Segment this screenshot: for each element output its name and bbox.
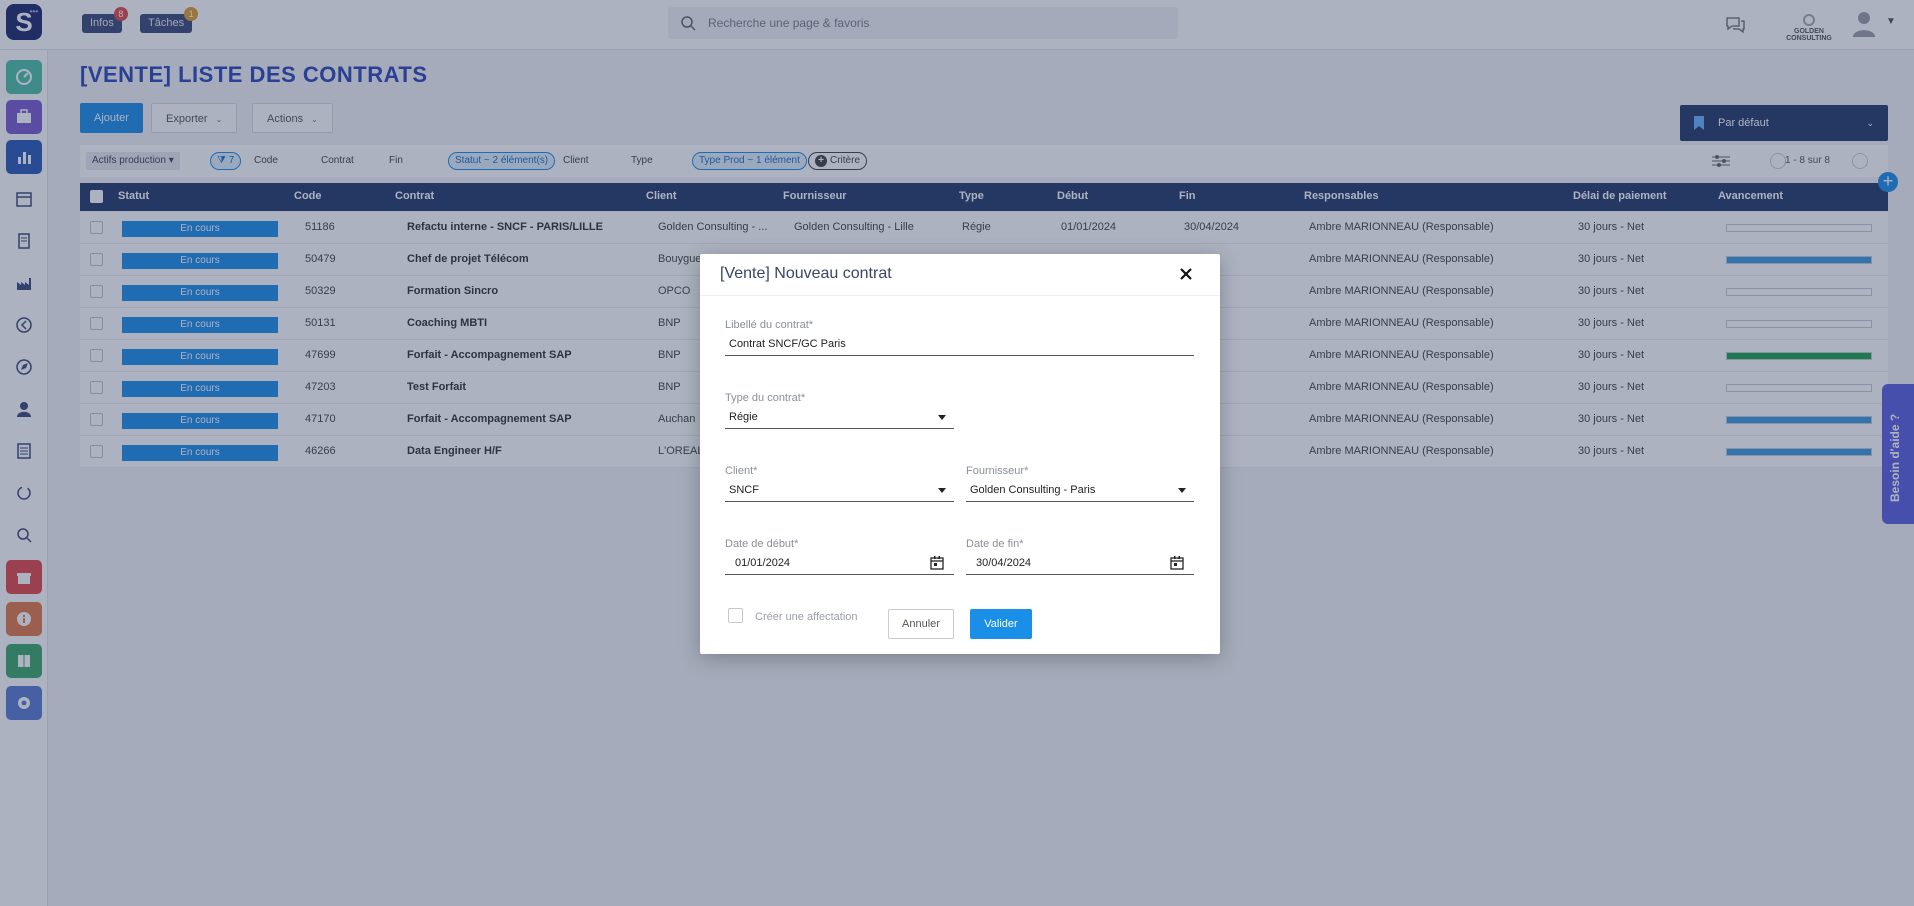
fournisseur-value: Golden Consulting - Paris: [970, 484, 1096, 496]
caret-down-icon: [1178, 488, 1186, 493]
libelle-value: Contrat SNCF/GC Paris: [729, 338, 846, 350]
date-debut-label: Date de début*: [725, 538, 799, 550]
client-label: Client*: [725, 465, 758, 477]
caret-down-icon: [938, 415, 946, 420]
cancel-button[interactable]: Annuler: [888, 609, 954, 639]
calendar-icon[interactable]: [1170, 556, 1184, 570]
fournisseur-select[interactable]: Golden Consulting - Paris: [966, 480, 1194, 502]
type-value: Régie: [729, 411, 758, 423]
date-debut-value: 01/01/2024: [735, 557, 791, 569]
date-fin-value: 30/04/2024: [976, 557, 1032, 569]
validate-button[interactable]: Valider: [970, 609, 1032, 639]
calendar-icon[interactable]: [930, 556, 944, 570]
fournisseur-label: Fournisseur*: [966, 465, 1029, 477]
modal-header: [Vente] Nouveau contrat: [700, 254, 1220, 296]
libelle-input[interactable]: Contrat SNCF/GC Paris: [725, 334, 1194, 356]
client-value: SNCF: [729, 484, 759, 496]
client-select[interactable]: SNCF: [725, 480, 954, 502]
affectation-label: Créer une affectation: [755, 611, 858, 623]
date-fin-input[interactable]: 30/04/2024: [966, 553, 1194, 575]
affectation-checkbox[interactable]: [728, 608, 743, 623]
type-label: Type du contrat*: [725, 392, 806, 404]
date-fin-label: Date de fin*: [966, 538, 1024, 550]
type-select[interactable]: Régie: [725, 407, 954, 429]
libelle-label: Libellé du contrat*: [725, 319, 814, 331]
close-icon[interactable]: [1178, 266, 1194, 282]
date-debut-input[interactable]: 01/01/2024: [725, 553, 954, 575]
modal-title: [Vente] Nouveau contrat: [720, 265, 892, 282]
caret-down-icon: [938, 488, 946, 493]
new-contract-modal: [Vente] Nouveau contrat Libellé du contr…: [700, 254, 1220, 654]
